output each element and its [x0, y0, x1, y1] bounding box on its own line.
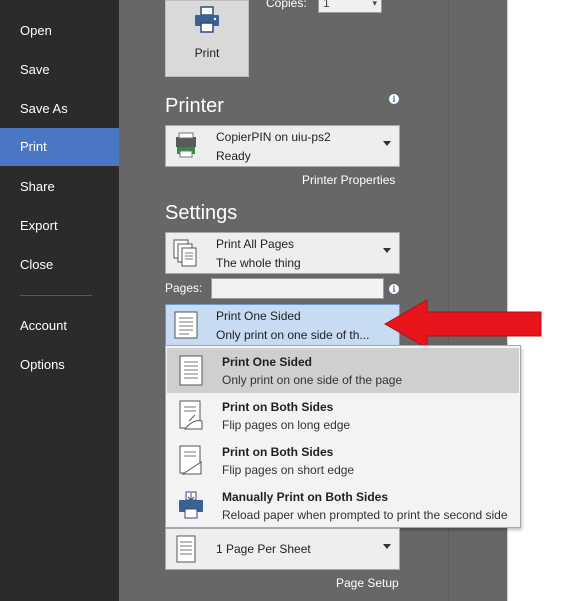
sides-description: Only print on one side of th... [216, 328, 370, 342]
option-title: Manually Print on Both Sides [222, 490, 389, 504]
nav-save-as[interactable]: Save As [0, 90, 119, 128]
option-title: Print on Both Sides [222, 400, 334, 414]
printer-heading: Printer [165, 95, 224, 117]
nav-close[interactable]: Close [0, 246, 119, 284]
pages-per-sheet-dropdown[interactable]: 1 Page Per Sheet [165, 528, 400, 570]
printer-name: CopierPIN on uiu-ps2 [216, 130, 331, 144]
nav-save[interactable]: Save [0, 51, 119, 89]
option-description: Flip pages on short edge [222, 463, 355, 477]
option-manual-duplex[interactable]: Manually Print on Both Sides Reload pape… [167, 483, 519, 528]
print-range-dropdown[interactable]: Print All Pages The whole thing [165, 232, 400, 274]
pages-label: Pages: [165, 281, 203, 295]
pages-input[interactable] [211, 278, 384, 299]
all-pages-icon [173, 239, 197, 267]
network-printer-icon [176, 132, 196, 158]
option-description: Only print on one side of the page [222, 373, 403, 387]
single-page-icon [176, 535, 196, 563]
chevron-down-icon [383, 248, 391, 253]
option-print-both-sides-long-edge[interactable]: Print on Both Sides Flip pages on long e… [167, 393, 519, 438]
option-description: Flip pages on long edge [222, 418, 351, 432]
printer-properties-link[interactable]: Printer Properties [302, 173, 395, 187]
option-title: Print on Both Sides [222, 445, 334, 459]
printer-icon [195, 6, 219, 33]
sides-options-menu: Print One Sided Only print on one side o… [165, 345, 521, 528]
backstage-nav: Open Save Save As Print Share Export Clo… [0, 0, 119, 601]
nav-divider [20, 295, 92, 296]
page-setup-link[interactable]: Page Setup [336, 576, 399, 590]
nav-options[interactable]: Options [0, 346, 119, 384]
print-button-label: Print [194, 46, 220, 60]
nav-print[interactable]: Print [0, 128, 119, 166]
one-sided-icon [179, 355, 203, 386]
info-icon[interactable]: i [389, 284, 399, 294]
copies-stepper[interactable]: 1 ▾ [318, 0, 382, 13]
printer-dropdown[interactable]: CopierPIN on uiu-ps2 Ready [165, 125, 400, 167]
one-sided-icon [174, 311, 198, 339]
printer-status: Ready [216, 149, 251, 163]
print-range-description: The whole thing [216, 256, 301, 270]
option-print-both-sides-short-edge[interactable]: Print on Both Sides Flip pages on short … [167, 438, 519, 483]
copies-value: 1 [323, 0, 330, 10]
chevron-down-icon[interactable]: ▾ [372, 0, 377, 12]
nav-share[interactable]: Share [0, 168, 119, 206]
nav-open[interactable]: Open [0, 12, 119, 50]
info-icon[interactable]: i [389, 94, 399, 104]
nav-export[interactable]: Export [0, 207, 119, 245]
option-print-one-sided[interactable]: Print One Sided Only print on one side o… [167, 348, 519, 393]
chevron-down-icon [383, 544, 391, 549]
copies-label: Copies: [266, 0, 307, 10]
sides-value: Print One Sided [216, 309, 301, 323]
chevron-down-icon [383, 141, 391, 146]
short-edge-icon [179, 445, 202, 475]
sides-dropdown[interactable]: Print One Sided Only print on one side o… [165, 304, 400, 346]
settings-heading: Settings [165, 202, 238, 224]
option-description: Reload paper when prompted to print the … [222, 508, 508, 522]
manual-duplex-icon [179, 491, 203, 519]
annotation-arrow-icon [383, 299, 542, 349]
long-edge-icon [179, 400, 203, 430]
option-title: Print One Sided [222, 355, 313, 369]
print-range-value: Print All Pages [216, 237, 295, 251]
pages-per-sheet-value: 1 Page Per Sheet [216, 542, 311, 556]
nav-account[interactable]: Account [0, 307, 119, 345]
print-button[interactable]: Print [165, 0, 249, 77]
preview-background [542, 0, 587, 601]
